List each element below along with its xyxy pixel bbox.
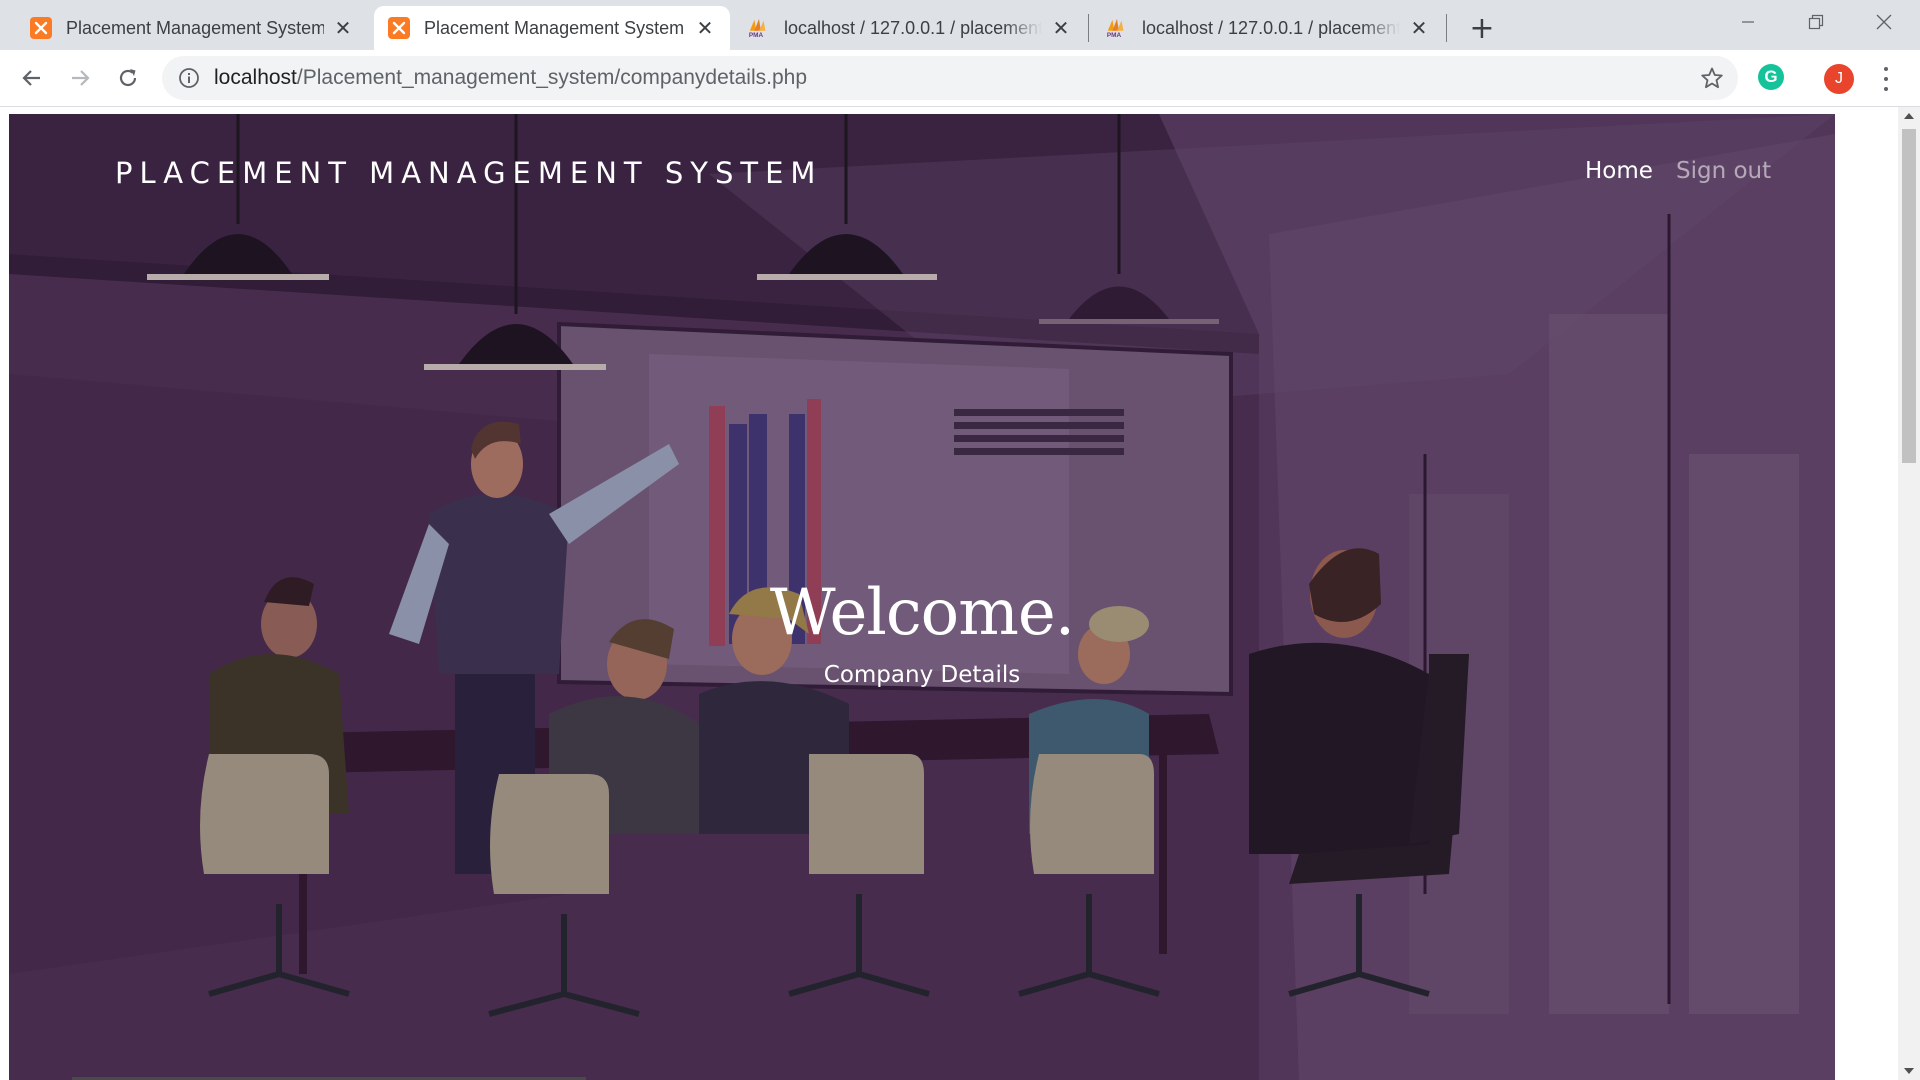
forward-arrow-icon[interactable]: [62, 60, 98, 96]
restore-window-icon[interactable]: [1786, 0, 1846, 44]
scrollbar-thumb[interactable]: [1902, 129, 1916, 463]
minimize-window-icon[interactable]: [1718, 0, 1778, 44]
hero-section: PLACEMENT MANAGEMENT SYSTEM Home Sign ou…: [9, 114, 1835, 1080]
close-tab-icon[interactable]: ✕: [332, 17, 354, 40]
site-info-icon[interactable]: [178, 67, 200, 89]
browser-tab[interactable]: Placement Management System ✕: [16, 6, 368, 50]
hero-heading: Welcome.: [769, 576, 1075, 650]
tab-title: localhost / 127.0.0.1 / placement: [1142, 17, 1400, 38]
page-viewport: PLACEMENT MANAGEMENT SYSTEM Home Sign ou…: [0, 107, 1898, 1080]
site-brand-title[interactable]: PLACEMENT MANAGEMENT SYSTEM: [115, 156, 822, 190]
nav-signout-link[interactable]: Sign out: [1676, 158, 1771, 184]
nav-home-link[interactable]: Home: [1585, 158, 1653, 184]
page-scrollbar[interactable]: [1898, 107, 1920, 1080]
close-tab-icon[interactable]: ✕: [1050, 17, 1072, 40]
grammarly-extension-icon[interactable]: G: [1758, 64, 1784, 90]
tab-title: localhost / 127.0.0.1 / placement: [784, 17, 1042, 38]
scroll-down-arrow-icon[interactable]: [1898, 1062, 1920, 1080]
xampp-icon: [388, 17, 410, 39]
svg-text:PMA: PMA: [1107, 32, 1122, 39]
address-bar[interactable]: localhost/Placement_management_system/co…: [162, 56, 1738, 100]
reload-icon[interactable]: [110, 60, 146, 96]
bookmark-star-icon[interactable]: [1700, 66, 1724, 90]
url-host: localhost: [214, 66, 297, 89]
url-text[interactable]: localhost/Placement_management_system/co…: [214, 66, 807, 90]
url-path: /Placement_management_system/companydeta…: [296, 66, 808, 89]
browser-menu-icon[interactable]: [1874, 64, 1898, 94]
browser-tab-active[interactable]: Placement Management System ✕: [374, 6, 730, 50]
scroll-up-arrow-icon[interactable]: [1898, 107, 1920, 125]
profile-avatar[interactable]: J: [1824, 64, 1854, 94]
new-tab-plus-icon[interactable]: +: [1464, 10, 1500, 46]
xampp-icon: [30, 17, 52, 39]
tab-title: Placement Management System: [66, 17, 324, 38]
browser-tab[interactable]: PMA localhost / 127.0.0.1 / placement ✕: [1092, 6, 1444, 50]
svg-text:PMA: PMA: [749, 32, 764, 39]
tab-separator: [1446, 14, 1447, 42]
tab-separator: [1088, 14, 1089, 42]
tab-title: Placement Management System: [424, 17, 685, 38]
phpmyadmin-icon: PMA: [749, 18, 766, 39]
close-tab-icon[interactable]: ✕: [1408, 17, 1430, 40]
back-arrow-icon[interactable]: [14, 60, 50, 96]
close-tab-icon[interactable]: ✕: [694, 17, 716, 40]
browser-toolbar: localhost/Placement_management_system/co…: [0, 50, 1920, 107]
browser-tab[interactable]: PMA localhost / 127.0.0.1 / placement ✕: [734, 6, 1086, 50]
tab-strip: Placement Management System ✕ Placement …: [0, 0, 1920, 50]
phpmyadmin-icon: PMA: [1107, 18, 1124, 39]
close-window-icon[interactable]: [1854, 0, 1914, 44]
hero-subheading: Company Details: [823, 662, 1021, 688]
